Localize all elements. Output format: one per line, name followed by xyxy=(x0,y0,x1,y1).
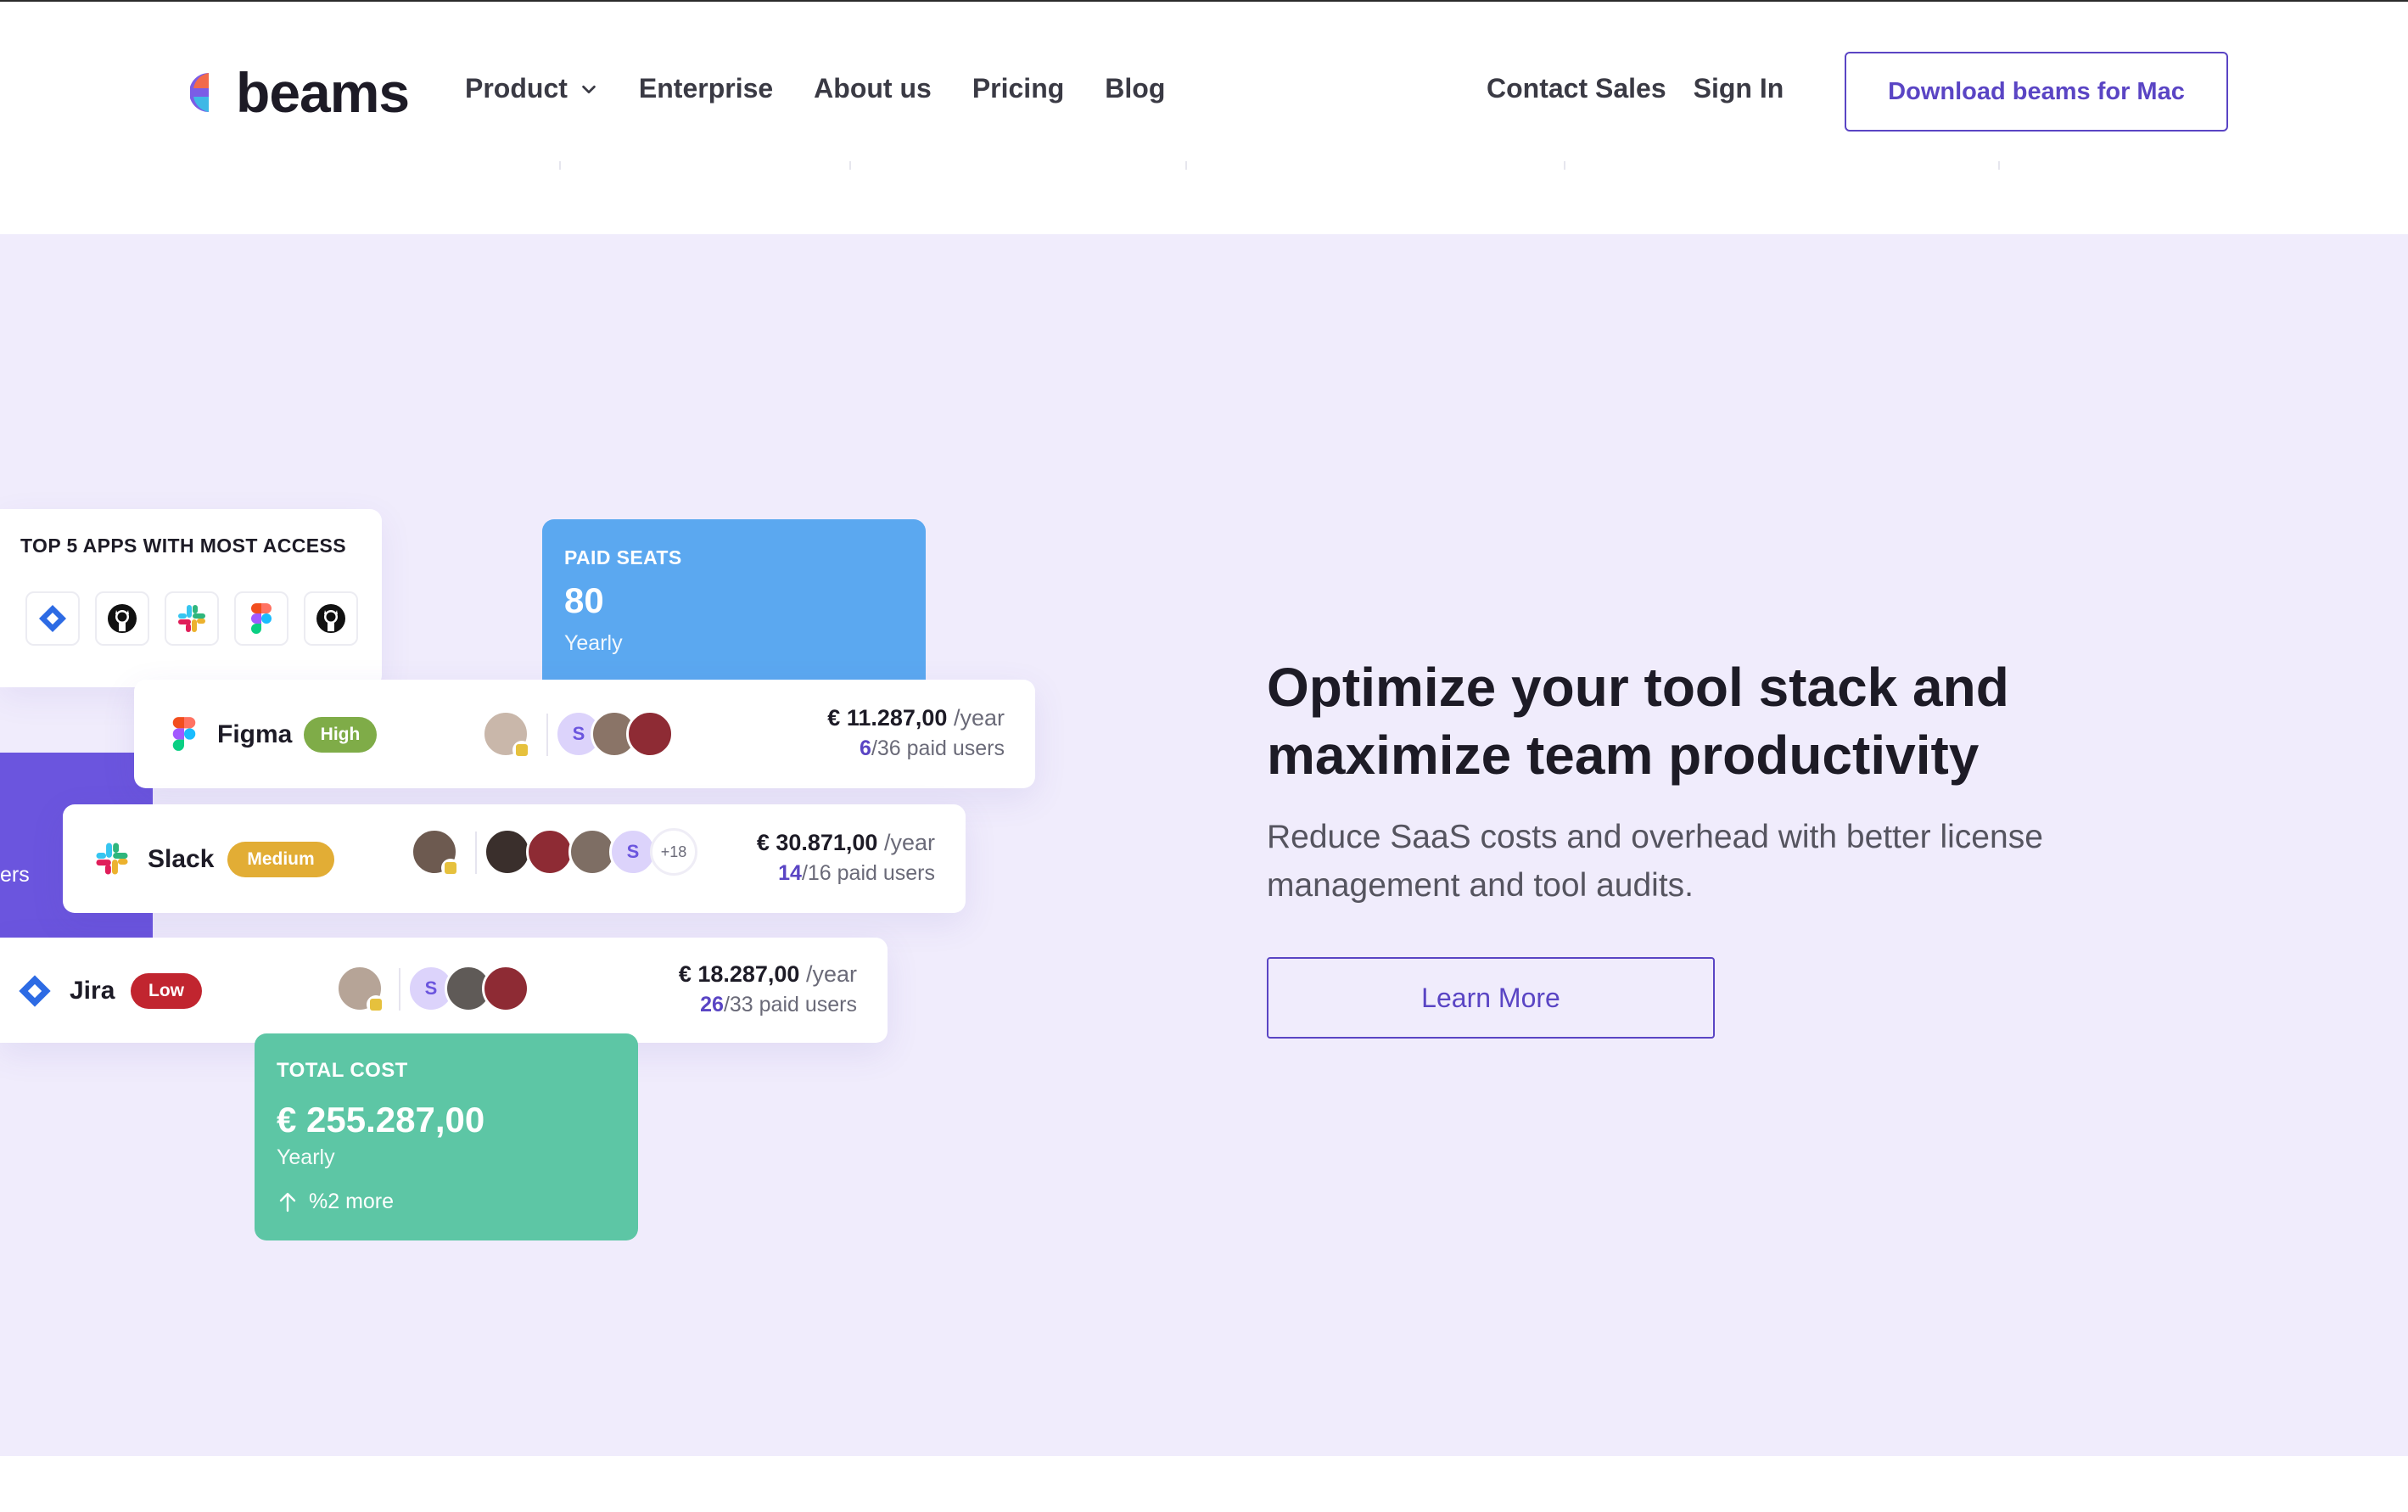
app-price-block: € 11.287,00 /year 6/36 paid users xyxy=(827,705,1005,761)
avatar xyxy=(482,965,529,1012)
hero-headline-line-2: maximize team productivity xyxy=(1267,725,1980,786)
total-cost-value: € 255.287,00 xyxy=(277,1100,485,1140)
chevron-down-icon xyxy=(582,85,596,93)
beams-logo-icon xyxy=(189,70,224,115)
priority-badge-low: Low xyxy=(131,973,202,1009)
hero-subtext-line-1: Reduce SaaS costs and overhead with bett… xyxy=(1267,819,2043,855)
app-price: € 18.287,00 xyxy=(678,961,800,987)
app-row-slack[interactable]: Slack Medium S +18 € 30.871,00 /year 14/… xyxy=(63,804,966,913)
app-name: Slack xyxy=(148,845,215,873)
hero-headline: Optimize your tool stack and maximize te… xyxy=(1267,653,2200,789)
beams-logo[interactable]: beams xyxy=(189,61,410,124)
jira-icon xyxy=(19,975,51,1007)
app-price-block: € 30.871,00 /year 14/16 paid users xyxy=(757,830,935,886)
nav-blog[interactable]: Blog xyxy=(1105,73,1165,104)
priority-badge-high: High xyxy=(304,717,377,753)
github-icon xyxy=(95,591,149,646)
contact-sales-link[interactable]: Contact Sales xyxy=(1487,73,1666,104)
total-seats: /36 paid users xyxy=(871,736,1005,760)
top-apps-title: TOP 5 APPS WITH MOST ACCESS xyxy=(20,535,346,557)
used-seats: 26 xyxy=(700,993,724,1016)
app-name: Figma xyxy=(217,720,293,748)
divider-tick xyxy=(559,161,561,170)
download-mac-button[interactable]: Download beams for Mac xyxy=(1845,52,2228,132)
owner-crown-icon xyxy=(441,859,460,877)
hero-subtext: Reduce SaaS costs and overhead with bett… xyxy=(1267,813,2243,910)
total-seats: /33 paid users xyxy=(723,993,857,1016)
avatar xyxy=(526,828,574,876)
hero-headline-line-1: Optimize your tool stack and xyxy=(1267,657,2009,718)
site-header: beams Product Enterprise About us Pricin… xyxy=(0,2,2408,232)
nav-secondary: Contact Sales Sign In xyxy=(1487,73,1811,104)
figma-icon xyxy=(172,717,196,751)
total-seats: /16 paid users xyxy=(801,861,935,885)
owner-crown-icon xyxy=(512,741,531,759)
top-apps-icons xyxy=(25,591,373,646)
users-card-fragment: ers xyxy=(0,863,30,887)
avatar xyxy=(484,828,531,876)
sign-in-link[interactable]: Sign In xyxy=(1694,73,1784,104)
paid-seats-value: 80 xyxy=(564,580,604,620)
more-users-count: +18 xyxy=(650,828,697,876)
paid-seats-period: Yearly xyxy=(564,631,623,655)
learn-more-button[interactable]: Learn More xyxy=(1267,957,1715,1039)
divider-tick xyxy=(1564,161,1565,170)
app-price: € 11.287,00 xyxy=(827,705,948,731)
priority-badge-medium: Medium xyxy=(227,842,334,877)
avatar-divider xyxy=(399,968,400,1011)
hero-subtext-line-2: management and tool audits. xyxy=(1267,867,1694,904)
nav-product[interactable]: Product xyxy=(465,73,598,104)
avatar xyxy=(626,710,674,758)
nav-product-label: Product xyxy=(465,73,568,104)
divider-tick xyxy=(1998,161,2000,170)
app-row-figma[interactable]: Figma High S € 11.287,00 /year 6/36 paid… xyxy=(134,680,1035,788)
price-period: /year xyxy=(953,705,1005,731)
app-price: € 30.871,00 xyxy=(756,830,878,855)
app-price-block: € 18.287,00 /year 26/33 paid users xyxy=(679,961,857,1017)
total-cost-trend-text: %2 more xyxy=(309,1190,395,1213)
hero-section: TOP 5 APPS WITH MOST ACCESS PAID SEATS 8… xyxy=(0,234,2408,1456)
owner-crown-icon xyxy=(367,995,385,1014)
avatar-divider xyxy=(475,832,477,874)
main-nav: Product Enterprise About us Pricing Blog xyxy=(465,73,1206,104)
beams-wordmark: beams xyxy=(236,61,410,124)
slack-icon xyxy=(165,591,219,646)
used-seats: 14 xyxy=(778,861,802,885)
app-name: Jira xyxy=(70,977,115,1005)
total-cost-card: TOTAL COST € 255.287,00 Yearly %2 more xyxy=(255,1033,638,1240)
total-cost-trend: %2 more xyxy=(277,1190,394,1214)
nav-about-us[interactable]: About us xyxy=(814,73,932,104)
total-cost-period: Yearly xyxy=(277,1145,335,1169)
paid-seats-card: PAID SEATS 80 Yearly xyxy=(542,519,926,697)
slack-icon xyxy=(96,843,128,875)
top-apps-card: TOP 5 APPS WITH MOST ACCESS xyxy=(0,509,382,687)
used-seats: 6 xyxy=(860,736,871,760)
app-row-jira[interactable]: Jira Low S € 18.287,00 /year 26/33 paid … xyxy=(0,938,888,1043)
nav-enterprise[interactable]: Enterprise xyxy=(639,73,773,104)
github-icon xyxy=(304,591,358,646)
price-period: /year xyxy=(883,830,935,855)
jira-icon xyxy=(25,591,80,646)
arrow-up-icon xyxy=(279,1192,296,1212)
nav-pricing[interactable]: Pricing xyxy=(972,73,1064,104)
paid-seats-label: PAID SEATS xyxy=(564,546,682,568)
avatar-divider xyxy=(546,714,548,756)
price-period: /year xyxy=(805,961,857,987)
total-cost-label: TOTAL COST xyxy=(277,1059,408,1082)
figma-icon xyxy=(234,591,288,646)
divider-tick xyxy=(849,161,851,170)
divider-tick xyxy=(1185,161,1187,170)
